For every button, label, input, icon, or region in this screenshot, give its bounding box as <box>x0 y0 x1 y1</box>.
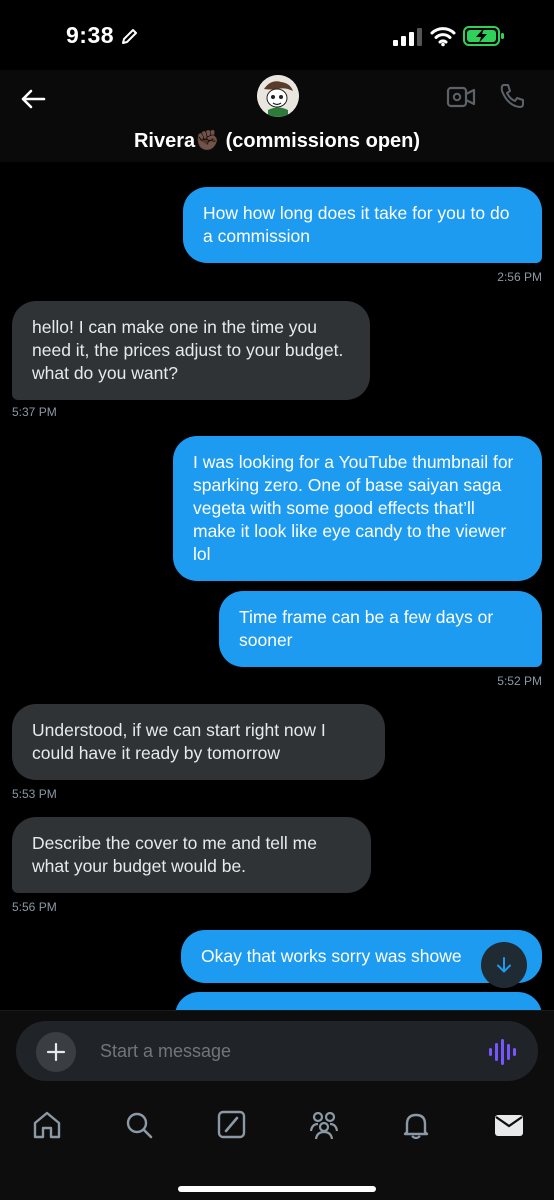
home-icon[interactable] <box>31 1110 63 1140</box>
video-call-icon[interactable] <box>446 84 476 110</box>
message-timestamp: 2:56 PM <box>497 270 542 284</box>
message-bubble-outgoing[interactable]: Time frame can be a few days or sooner <box>219 591 542 667</box>
messages-envelope-icon[interactable] <box>493 1110 525 1140</box>
voice-message-icon[interactable] <box>488 1038 518 1066</box>
message-composer <box>16 1021 538 1081</box>
message-bubble-outgoing[interactable]: I was looking for a YouTube thumbnail fo… <box>173 436 542 581</box>
cellular-signal-icon <box>393 28 422 46</box>
notifications-bell-icon[interactable] <box>400 1110 432 1140</box>
plus-icon <box>46 1042 66 1062</box>
wifi-icon <box>430 27 456 47</box>
message-timestamp: 5:56 PM <box>12 900 57 914</box>
message-text: I was looking for a YouTube thumbnail fo… <box>193 452 514 564</box>
message-bubble-incoming[interactable]: hello! I can make one in the time you ne… <box>12 301 370 400</box>
message-text: Describe the cover to me and tell me wha… <box>32 833 317 876</box>
add-attachment-button[interactable] <box>36 1032 76 1072</box>
status-time: 9:38 <box>66 22 115 48</box>
communities-icon[interactable] <box>308 1110 340 1140</box>
avatar-illustration <box>257 75 299 117</box>
message-timestamp: 5:52 PM <box>497 674 542 688</box>
arrow-down-icon <box>497 957 511 973</box>
message-text: hello! I can make one in the time you ne… <box>32 317 344 383</box>
message-text: Time frame can be a few days or sooner <box>239 607 494 650</box>
conversation-header: Rivera✊🏿 (commissions open) <box>0 70 554 162</box>
battery-charging-icon <box>463 26 504 46</box>
message-bubble-incoming[interactable]: Describe the cover to me and tell me wha… <box>12 817 371 893</box>
message-bubble-outgoing[interactable]: How how long does it take for you to do … <box>183 187 542 263</box>
message-thread[interactable]: How how long does it take for you to do … <box>0 162 554 1010</box>
bottom-tab-bar <box>0 1092 554 1200</box>
search-icon[interactable] <box>123 1110 155 1140</box>
message-timestamp: 5:53 PM <box>12 787 57 801</box>
message-text: How how long does it take for you to do … <box>203 203 510 246</box>
scroll-to-bottom-button[interactable] <box>481 942 527 988</box>
message-input[interactable] <box>100 1021 480 1081</box>
message-bubble-incoming[interactable]: Understood, if we can start right now I … <box>12 704 385 780</box>
contact-avatar[interactable] <box>257 75 299 117</box>
home-indicator <box>178 1186 376 1192</box>
composer-area <box>0 1010 554 1092</box>
phone-call-icon[interactable] <box>498 82 526 110</box>
back-arrow-icon[interactable] <box>18 84 48 114</box>
message-text: Okay that works sorry was showe <box>201 946 462 966</box>
grok-icon[interactable] <box>215 1110 247 1140</box>
message-text: Understood, if we can start right now I … <box>32 720 326 763</box>
message-bubble-outgoing-partial[interactable] <box>175 992 542 1010</box>
message-timestamp: 5:37 PM <box>12 405 57 419</box>
pencil-icon <box>122 29 137 44</box>
status-bar: 9:38 <box>0 0 554 70</box>
contact-name[interactable]: Rivera✊🏿 (commissions open) <box>0 128 554 153</box>
